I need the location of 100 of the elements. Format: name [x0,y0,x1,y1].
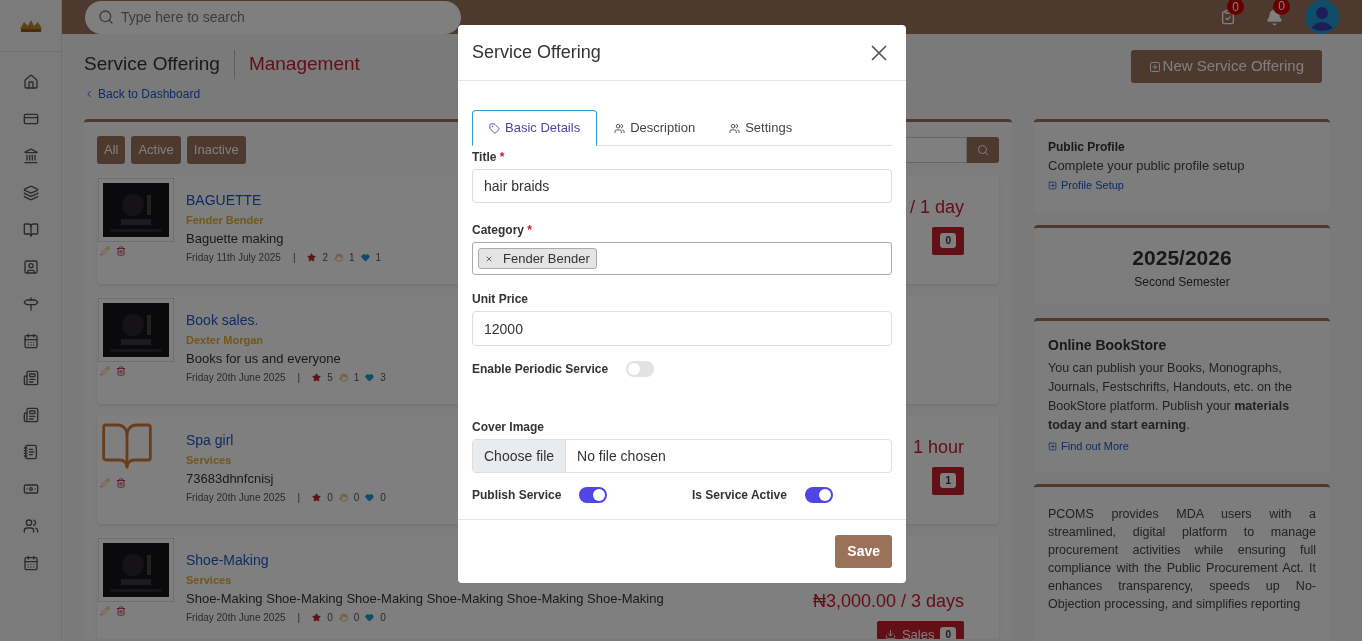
toggle-switch[interactable] [626,361,655,377]
save-button[interactable]: Save [835,535,892,568]
sales-button[interactable]: 0 [932,226,964,255]
file-field[interactable]: Choose file No file chosen [472,439,892,473]
like-count: 1 [349,250,355,265]
service-title[interactable]: BAGUETTE [186,189,382,211]
delete-icon[interactable] [116,605,126,616]
home-icon[interactable] [22,74,39,90]
file-status: No file chosen [576,446,667,466]
toggle-switch[interactable] [804,487,833,503]
separator: | [292,250,296,265]
like-count: 1 [353,370,360,385]
sales-button[interactable]: 1 [932,466,964,495]
calendar-icon[interactable] [22,333,39,349]
card-title: Online BookStore [1048,336,1168,355]
price-field[interactable]: 12000 [472,311,892,346]
category-field[interactable]: Fender Bender [472,242,892,275]
filter-button[interactable]: Inactive [186,135,246,164]
title-field[interactable]: hair braids [472,169,892,203]
plus-icon [1148,60,1161,73]
calendar-icon[interactable] [22,555,39,571]
book-icon[interactable] [22,222,39,238]
search-button[interactable] [967,136,999,163]
service-title[interactable]: Spa girl [186,429,386,451]
like-count: 0 [353,610,360,625]
search-icon [98,8,114,25]
semester-label: Second Semester [1134,274,1230,291]
new-service-button[interactable]: New Service Offering [1130,50,1322,83]
count-badge: 0 [940,627,956,639]
count-badge: 1 [940,473,956,488]
notebook-icon[interactable] [22,444,39,460]
sales-button[interactable]: Sales 0 [876,620,964,639]
field-label: Enable Periodic Service [472,361,609,378]
profile-setup-link[interactable]: Profile Setup [1048,177,1316,194]
find-out-more-link[interactable]: Find out More [1048,438,1316,455]
star-icon [312,492,322,502]
delete-icon[interactable] [116,245,126,256]
modal-title: Service Offering [472,41,601,64]
delete-icon[interactable] [116,477,126,488]
layers-icon[interactable] [22,185,39,201]
field-label: Category * [472,222,534,239]
heart-count: 3 [380,370,386,385]
service-category: Services [186,452,233,468]
tab[interactable]: Settings [712,110,810,146]
building-icon[interactable] [22,148,39,164]
service-price: ₦3,000.00 / 3 days [812,589,964,613]
count-badge: 0 [1227,0,1244,15]
service-category: Dexter Morgan [186,332,265,348]
count-badge: 0 [1273,0,1290,15]
separator: | [297,490,301,505]
arrow-square-icon [1048,441,1057,451]
delete-icon[interactable] [116,365,126,376]
heart-icon [360,252,370,262]
search-field[interactable]: Type here to search [85,0,461,34]
separator: | [297,370,301,385]
tab[interactable]: Description [597,110,713,146]
session-year: 2025/2026 [1132,244,1232,271]
contact-icon[interactable] [22,259,39,275]
field-label: Is Service Active [692,487,787,504]
toggle-switch[interactable] [579,487,608,503]
service-description: Shoe-Making Shoe-Making Shoe-Making Shoe-Making Shoe-Making Shoe-Making [186,590,664,608]
heart-count: 0 [380,490,386,505]
rating-count: 5 [327,370,333,385]
category-tag[interactable]: Fender Bender [478,248,597,269]
back-link[interactable]: Back to Dashboard [84,84,360,103]
page-title: Service Offering [84,50,235,79]
service-date: Friday 11th July 2025 [186,250,281,265]
like-count: 0 [353,490,360,505]
filter-button[interactable]: All [97,135,126,164]
choose-file-button[interactable]: Choose file [473,440,567,472]
hand-icon [334,252,344,262]
field-label: Title * [472,149,506,166]
service-date: Friday 20th June 2025 [186,610,286,625]
users-icon [729,122,741,134]
service-price: 1 hour [912,435,964,459]
heart-count: 1 [375,250,382,265]
banknote-icon[interactable] [22,481,39,497]
document-icon[interactable] [22,407,39,423]
tab[interactable]: Basic Details [472,110,598,146]
card-text: PCOMS provides MDA users with a streamlined, digital platform to manage procurement activities while ensuring full compliance with the Public Procurement Act. It enhances transparency, speeds up No-Objection processing, and simplifies reporting [1048,505,1316,613]
document-icon[interactable] [22,370,39,386]
bell-icon[interactable] [1266,8,1283,26]
users-icon [614,122,626,134]
users-icon[interactable] [22,518,39,534]
hand-icon [338,612,348,622]
star-icon [312,612,322,622]
card-icon[interactable] [22,111,39,127]
rating-count: 0 [327,610,333,625]
service-date: Friday 20th June 2025 [186,370,286,385]
service-description: 73683dhnfcnisj [186,470,275,488]
card-title: Public Profile [1048,138,1126,156]
signpost-icon[interactable] [22,296,39,312]
field-label: Cover Image [472,419,546,436]
service-category: Fender Bender [186,212,265,228]
separator: | [297,610,301,625]
service-category: Services [186,572,233,588]
heart-count: 0 [380,610,386,625]
remove-icon[interactable] [485,254,493,263]
filter-button[interactable]: Active [131,135,181,164]
service-title[interactable]: Book sales. [186,309,386,331]
